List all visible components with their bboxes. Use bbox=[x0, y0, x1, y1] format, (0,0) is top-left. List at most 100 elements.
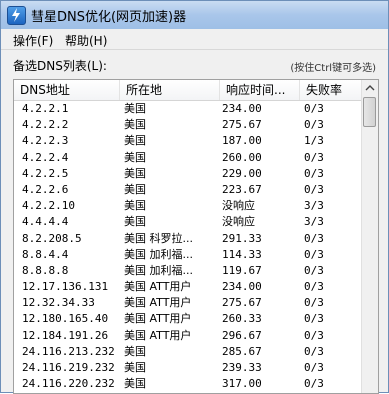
dns-address-cell: 4.2.2.6 bbox=[22, 182, 69, 196]
failure-rate-cell: 0/3 bbox=[304, 361, 324, 374]
response-time-cell: 285.67 bbox=[222, 344, 262, 358]
table-row[interactable]: 24.116.213.232 美国 285.67 0/3 bbox=[14, 344, 364, 360]
location-cell: 美国 bbox=[124, 344, 146, 358]
failure-rate-cell: 0/3 bbox=[304, 247, 324, 261]
dns-address-cell: 8.8.8.8 bbox=[22, 263, 69, 277]
response-time-cell: 234.00 bbox=[222, 102, 262, 115]
table-row[interactable]: 12.17.136.131 美国 ATT用户 234.00 0/3 bbox=[14, 279, 364, 295]
dns-address-cell: 4.2.2.10 bbox=[22, 199, 75, 213]
dns-address-cell: 24.116.220.232 bbox=[22, 377, 115, 391]
location-cell: 美国 科罗拉... bbox=[124, 231, 193, 245]
location-cell: 美国 ATT用户 bbox=[124, 296, 192, 310]
table-row[interactable]: 4.2.2.4 美国 260.00 0/3 bbox=[14, 150, 364, 166]
response-time-cell: 275.67 bbox=[222, 118, 262, 132]
window-title: 彗星DNS优化(网页加速)器 bbox=[31, 10, 187, 25]
response-time-cell: 239.33 bbox=[222, 361, 262, 374]
table-row[interactable]: 8.8.8.8 美国 加利福... 119.67 0/3 bbox=[14, 263, 364, 279]
table-row[interactable]: 4.2.2.6 美国 223.67 0/3 bbox=[14, 182, 364, 198]
table-row[interactable]: 12.32.34.33 美国 ATT用户 275.67 0/3 bbox=[14, 295, 364, 311]
response-time-cell: 260.33 bbox=[222, 312, 262, 326]
response-time-cell: 187.00 bbox=[222, 134, 262, 148]
multi-select-hint: (按住Ctrl键可多选) bbox=[290, 63, 376, 74]
location-cell: 美国 加利福... bbox=[124, 263, 193, 277]
location-cell: 美国 ATT用户 bbox=[124, 328, 192, 342]
dns-address-cell: 4.2.2.2 bbox=[22, 118, 69, 132]
vertical-scrollbar[interactable] bbox=[361, 80, 378, 393]
response-time-cell: 275.67 bbox=[222, 296, 262, 310]
dns-address-cell: 24.116.219.232 bbox=[22, 361, 115, 374]
dns-address-cell: 12.184.191.26 bbox=[22, 328, 109, 342]
dns-address-cell: 12.180.165.40 bbox=[22, 312, 109, 326]
response-time-cell: 296.67 bbox=[222, 328, 262, 342]
failure-rate-cell: 3/3 bbox=[304, 215, 324, 229]
scroll-up-button[interactable] bbox=[362, 80, 378, 96]
failure-rate-cell: 0/3 bbox=[304, 312, 324, 326]
menu-help[interactable]: 帮助(H) bbox=[65, 32, 107, 49]
table-row[interactable]: 4.4.4.4 美国 没响应 3/3 bbox=[14, 214, 364, 230]
failure-rate-cell: 0/3 bbox=[304, 231, 324, 245]
dns-address-cell: 4.2.2.5 bbox=[22, 166, 69, 180]
column-header-location[interactable]: 所在地 bbox=[120, 80, 220, 100]
response-time-cell: 317.00 bbox=[222, 377, 262, 391]
table-row[interactable]: 12.184.191.26 美国 ATT用户 296.67 0/3 bbox=[14, 328, 364, 344]
location-cell: 美国 ATT用户 bbox=[124, 312, 192, 326]
dns-address-cell: 4.4.4.4 bbox=[22, 215, 69, 229]
failure-rate-cell: 0/3 bbox=[304, 280, 324, 294]
location-cell: 美国 bbox=[124, 361, 146, 374]
location-cell: 美国 bbox=[124, 199, 146, 213]
table-row[interactable]: 24.116.219.232 美国 239.33 0/3 bbox=[14, 360, 364, 376]
failure-rate-cell: 0/3 bbox=[304, 182, 324, 196]
table-row[interactable]: 24.116.220.232 美国 317.00 0/3 bbox=[14, 376, 364, 392]
failure-rate-cell: 0/3 bbox=[304, 102, 324, 115]
dns-address-cell: 4.2.2.1 bbox=[22, 102, 69, 115]
dns-address-cell: 4.2.2.4 bbox=[22, 150, 69, 164]
dns-list-label: 备选DNS列表(L): bbox=[13, 59, 107, 73]
table-row[interactable]: 8.2.208.5 美国 科罗拉... 291.33 0/3 bbox=[14, 231, 364, 247]
dns-address-cell: 4.2.2.3 bbox=[22, 134, 69, 148]
failure-rate-cell: 0/3 bbox=[304, 344, 324, 358]
location-cell: 美国 bbox=[124, 134, 146, 148]
dns-list[interactable]: DNS地址 所在地 响应时间... 失败率 4.2.2.1 美国 234.00 0/3… bbox=[13, 79, 379, 394]
failure-rate-cell: 1/3 bbox=[304, 134, 324, 148]
failure-rate-cell: 0/3 bbox=[304, 296, 324, 310]
menu-bar: 操作(F) 帮助(H) bbox=[1, 29, 388, 50]
failure-rate-cell: 0/3 bbox=[304, 377, 324, 391]
location-cell: 美国 bbox=[124, 182, 146, 196]
table-row[interactable]: 4.2.2.5 美国 229.00 0/3 bbox=[14, 166, 364, 182]
dns-address-cell: 12.32.34.33 bbox=[22, 296, 95, 310]
column-header-failure-rate[interactable]: 失败率 bbox=[300, 80, 364, 100]
failure-rate-cell: 0/3 bbox=[304, 118, 324, 132]
dns-address-cell: 8.2.208.5 bbox=[22, 231, 82, 245]
response-time-cell: 234.00 bbox=[222, 280, 262, 294]
failure-rate-cell: 0/3 bbox=[304, 150, 324, 164]
response-time-cell: 291.33 bbox=[222, 231, 262, 245]
app-logo-icon bbox=[7, 6, 26, 25]
list-rows: 4.2.2.1 美国 234.00 0/3 4.2.2.2 美国 275.67 0/3 4.2.… bbox=[14, 101, 364, 392]
failure-rate-cell: 0/3 bbox=[304, 166, 324, 180]
table-row[interactable]: 8.8.4.4 美国 加利福... 114.33 0/3 bbox=[14, 247, 364, 263]
dns-address-cell: 24.116.213.232 bbox=[22, 344, 115, 358]
column-header-dns[interactable]: DNS地址 bbox=[14, 80, 120, 100]
location-cell: 美国 bbox=[124, 150, 146, 164]
table-row[interactable]: 4.2.2.10 美国 没响应 3/3 bbox=[14, 198, 364, 214]
title-bar[interactable]: 彗星DNS优化(网页加速)器 bbox=[1, 1, 388, 30]
location-cell: 美国 bbox=[124, 377, 146, 391]
table-row[interactable]: 4.2.2.1 美国 234.00 0/3 bbox=[14, 101, 364, 117]
table-row[interactable]: 4.2.2.3 美国 187.00 1/3 bbox=[14, 133, 364, 149]
table-row[interactable]: 4.2.2.2 美国 275.67 0/3 bbox=[14, 117, 364, 133]
location-cell: 美国 bbox=[124, 102, 146, 115]
dns-address-cell: 12.17.136.131 bbox=[22, 280, 109, 294]
app-window: 彗星DNS优化(网页加速)器 操作(F) 帮助(H) 备选DNS列表(L): (… bbox=[0, 0, 389, 394]
response-time-cell: 没响应 bbox=[222, 199, 255, 213]
response-time-cell: 114.33 bbox=[222, 247, 262, 261]
dns-address-cell: 8.8.4.4 bbox=[22, 247, 69, 261]
response-time-cell: 119.67 bbox=[222, 263, 262, 277]
column-header-response-time[interactable]: 响应时间... bbox=[220, 80, 300, 100]
list-header: DNS地址 所在地 响应时间... 失败率 bbox=[14, 80, 364, 101]
response-time-cell: 260.00 bbox=[222, 150, 262, 164]
menu-operate[interactable]: 操作(F) bbox=[13, 32, 53, 49]
scroll-thumb[interactable] bbox=[363, 97, 376, 127]
location-cell: 美国 bbox=[124, 215, 146, 229]
table-row[interactable]: 12.180.165.40 美国 ATT用户 260.33 0/3 bbox=[14, 311, 364, 327]
failure-rate-cell: 3/3 bbox=[304, 199, 324, 213]
